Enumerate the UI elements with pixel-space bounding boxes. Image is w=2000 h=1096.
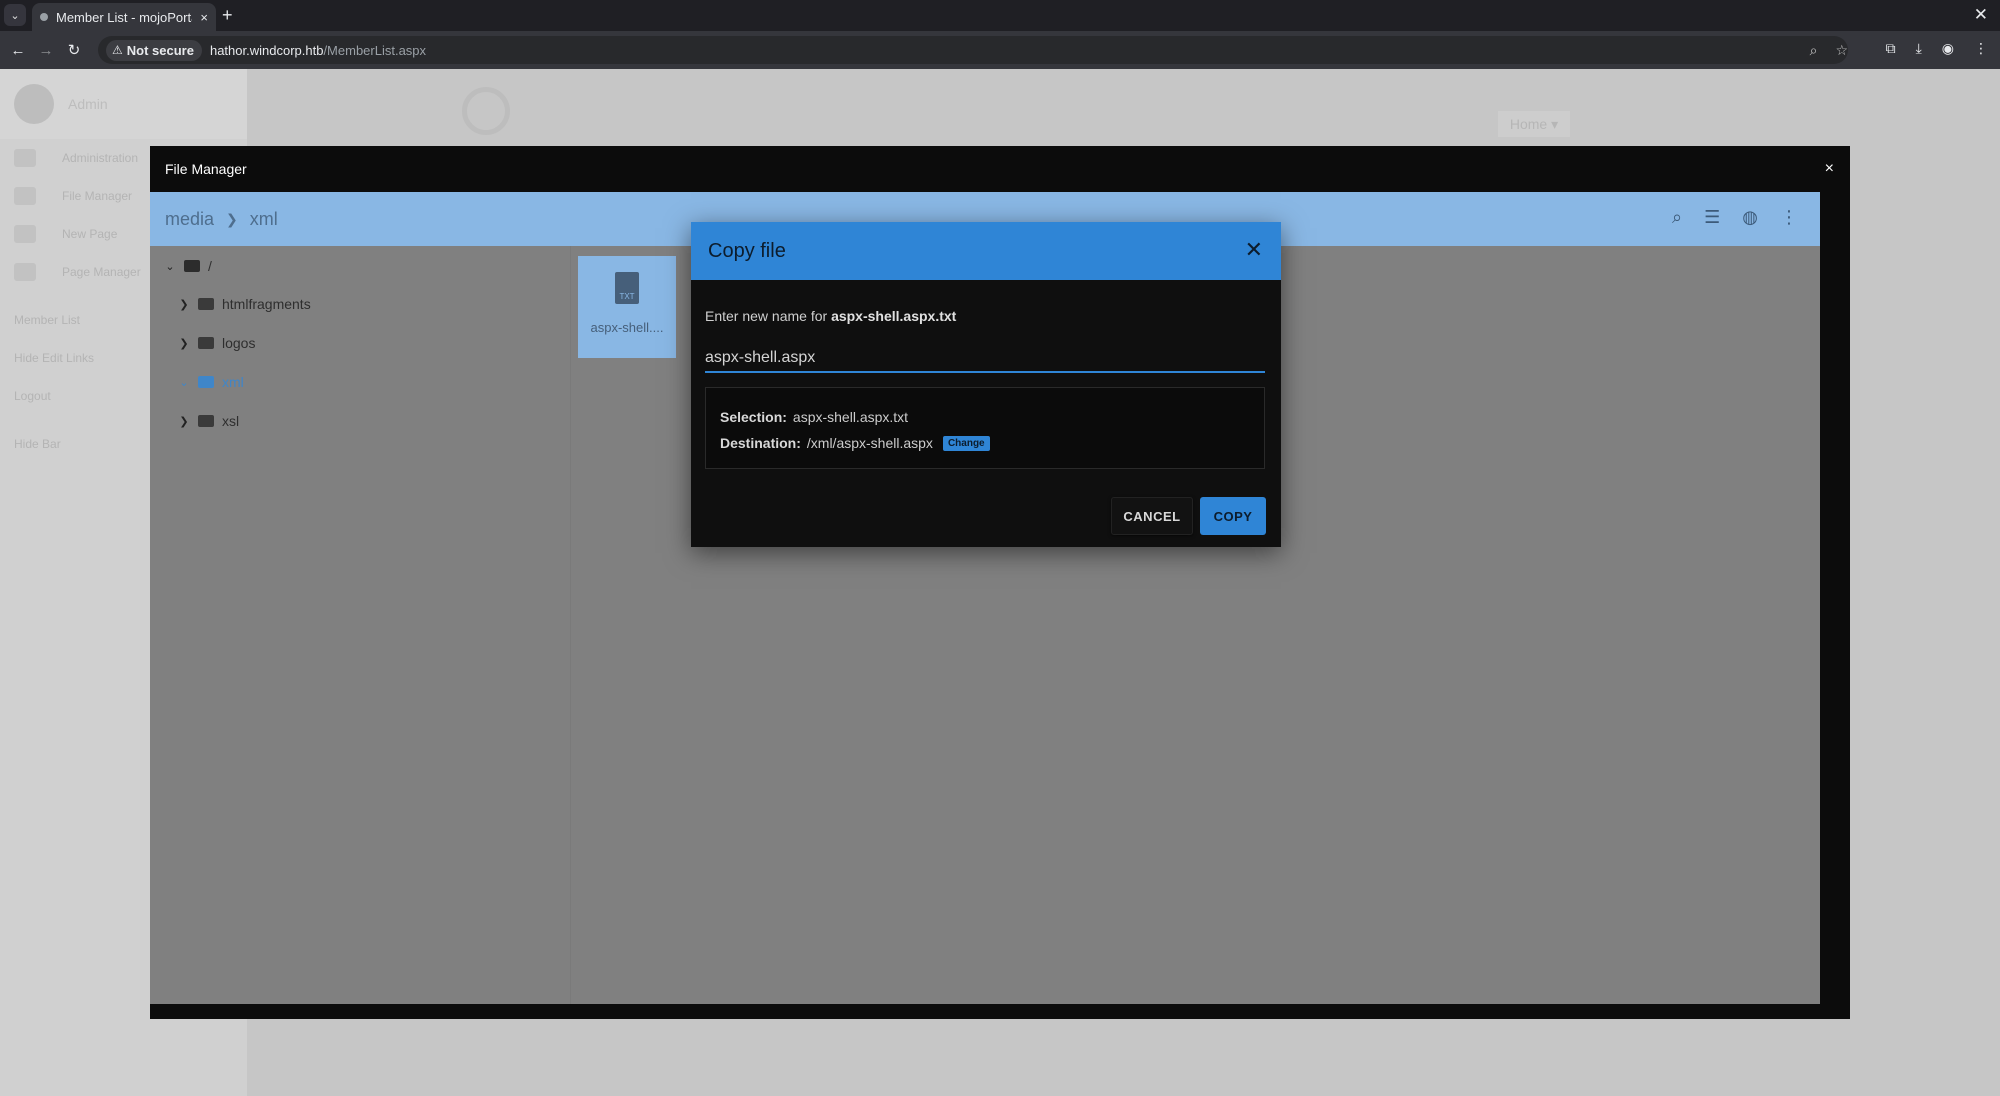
destination-row: Destination: /xml/aspx-shell.aspx Change [720,430,1250,456]
rename-prompt: Enter new name for aspx-shell.aspx.txt [705,308,956,324]
file-manager-footer [150,1004,1850,1019]
tab-search-icon[interactable]: ⌄ [4,4,26,26]
new-name-input[interactable] [705,345,1265,373]
dialog-header: Copy file ✕ [691,222,1281,280]
new-tab-button[interactable]: + [222,5,233,25]
chevron-down-icon[interactable]: ⌄ [164,260,176,273]
bookmark-star-icon[interactable]: ☆ [1835,42,1848,59]
chevron-right-icon[interactable]: ❯ [178,337,190,350]
page-manager-icon [14,263,36,281]
file-manager-close-icon[interactable]: × [1825,160,1834,178]
breadcrumb-xml[interactable]: xml [250,209,278,230]
dialog-title: Copy file [708,239,786,262]
sidebar-item-label: New Page [62,227,118,241]
destination-label: Destination: [720,435,801,451]
nav-home[interactable]: Home ▾ [1498,111,1570,137]
tree-node-label: xsl [222,413,240,429]
menu-kebab-icon[interactable]: ⋮ [1974,40,1988,57]
browser-tab-bar: ⌄ Member List - mojoPortal × + ✕ [0,0,2000,31]
url-text[interactable]: hathor.windcorp.htb/MemberList.aspx [210,43,426,58]
tree-node-xml[interactable]: ⌄ xml [178,374,244,390]
browser-tab[interactable]: Member List - mojoPortal × [32,3,216,31]
tree-node-xsl[interactable]: ❯ xsl [178,413,239,429]
tab-close-icon[interactable]: × [200,10,208,25]
reload-icon[interactable]: ↻ [64,40,84,60]
tree-node-label: xml [222,374,244,390]
sidebar-item-label: Page Manager [62,265,141,279]
warning-icon: ⚠ [112,43,123,57]
tree-node-label: logos [222,335,256,351]
tree-node-root[interactable]: ⌄ / [164,258,212,274]
toolbar-icons: ⧉ ⤓ ◉ ⋮ [1886,40,1988,57]
forward-icon[interactable]: → [36,40,56,60]
browser-toolbar: ← → ↻ ⚠ Not secure hathor.windcorp.htb/M… [0,31,2000,69]
address-bar[interactable]: ⚠ Not secure hathor.windcorp.htb/MemberL… [98,36,1848,64]
prompt-text: Enter new name for [705,308,828,324]
selection-value: aspx-shell.aspx.txt [792,409,909,425]
copy-button[interactable]: COPY [1200,497,1266,535]
text-file-icon: TXT [615,272,639,304]
tree-node-logos[interactable]: ❯ logos [178,335,255,351]
cancel-button[interactable]: CANCEL [1111,497,1193,535]
file-manager-title: File Manager [165,161,247,177]
avatar [14,84,54,124]
new-page-icon [14,225,36,243]
change-destination-button[interactable]: Change [942,435,990,451]
folder-open-icon [198,376,214,388]
folder-icon [198,415,214,427]
tree-node-htmlfragments[interactable]: ❯ htmlfragments [178,296,311,312]
chevron-right-icon[interactable]: ❯ [178,415,190,428]
sidebar-user-name: Admin [68,96,108,112]
destination-value: /xml/aspx-shell.aspx [806,435,933,451]
file-manager-header: File Manager × [150,146,1850,192]
tree-node-label: / [208,258,212,274]
extensions-icon[interactable]: ⧉ [1886,40,1896,57]
sidebar-item-label: Administration [62,151,139,165]
chevron-down-icon[interactable]: ⌄ [178,376,190,389]
prompt-file-name: aspx-shell.aspx.txt [831,308,957,324]
list-view-icon[interactable]: ☰ [1704,207,1720,228]
globe-icon[interactable]: ◍ [1742,207,1758,228]
search-icon[interactable]: ⌕ [1672,207,1682,228]
tree-node-label: htmlfragments [222,296,311,312]
site-logo-icon [462,87,510,135]
download-icon[interactable]: ⤓ [1916,40,1922,57]
favicon-icon [40,13,48,21]
folder-icon [14,187,36,205]
folder-icon [198,298,214,310]
chevron-right-icon[interactable]: ❯ [178,298,190,311]
file-item[interactable]: TXT aspx-shell.... [578,256,676,358]
sidebar-item-label: File Manager [62,189,133,203]
selection-label: Selection: [720,409,787,425]
breadcrumb-media[interactable]: media [165,209,214,230]
omnibox-icons: ⌕ ☆ [1810,36,1848,64]
sidebar-header: Admin [0,69,247,139]
security-chip[interactable]: ⚠ Not secure [106,39,202,61]
file-name: aspx-shell.... [590,320,664,335]
tree-divider [570,246,571,1004]
more-vert-icon[interactable]: ⋮ [1780,207,1798,228]
zoom-icon[interactable]: ⌕ [1810,42,1818,59]
folder-icon [198,337,214,349]
dialog-close-icon[interactable]: ✕ [1245,239,1263,261]
folder-tree: ⌄ / ❯ htmlfragments ❯ logos ⌄ xml ❯ xsl [150,246,570,1004]
url-host: hathor.windcorp.htb [209,42,324,58]
tab-title: Member List - mojoPortal [56,9,193,25]
folder-open-icon [184,260,200,272]
copy-info-panel: Selection: aspx-shell.aspx.txt Destinati… [705,387,1265,469]
chevron-right-icon: ❯ [226,210,238,227]
file-ext: TXT [619,292,635,301]
toolbar-actions: ⌕ ☰ ◍ ⋮ [1672,207,1798,228]
window-close-icon[interactable]: ✕ [1974,5,1988,25]
copy-file-dialog: Copy file ✕ Enter new name for aspx-shel… [691,222,1281,547]
selection-row: Selection: aspx-shell.aspx.txt [720,404,1250,430]
back-icon[interactable]: ← [8,40,28,60]
url-path: /MemberList.aspx [323,42,427,58]
profile-icon[interactable]: ◉ [1942,40,1954,57]
security-label: Not secure [126,42,194,58]
dashboard-icon [14,149,36,167]
